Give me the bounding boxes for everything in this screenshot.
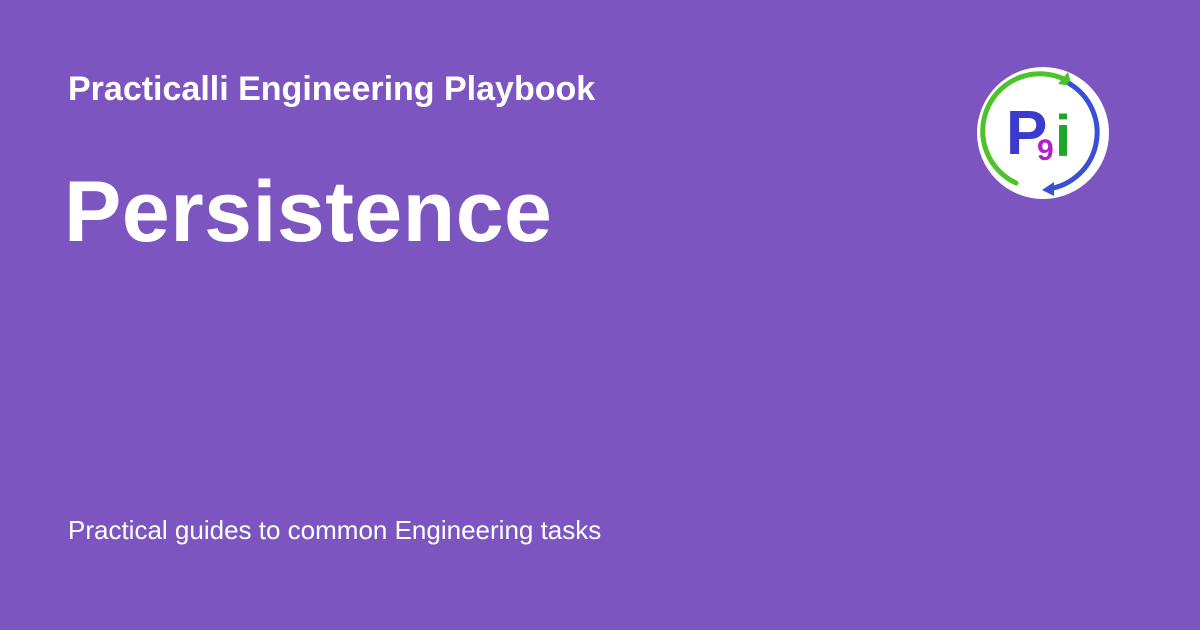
site-description: Practical guides to common Engineering t… (68, 515, 602, 545)
page-title: Persistence (64, 164, 553, 260)
logo-digit-9: 9 (1037, 134, 1054, 167)
practicalli-logo-icon: P 9 i (972, 62, 1114, 204)
site-name: Practicalli Engineering Playbook (68, 70, 596, 108)
logo-letter-i: i (1055, 104, 1071, 169)
